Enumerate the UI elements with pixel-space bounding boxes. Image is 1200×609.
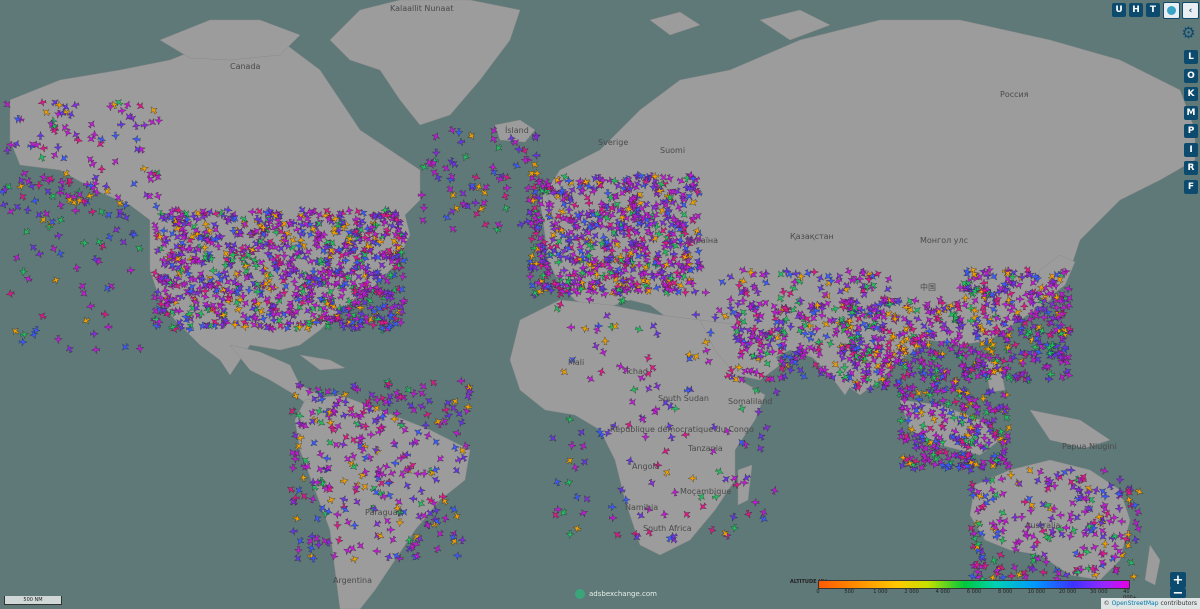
collapse-panel-button[interactable]: ‹: [1182, 2, 1199, 19]
adsbexchange-logo-icon: [575, 589, 585, 599]
label-greenland: Kalaallit Nunaat: [390, 4, 454, 13]
legend-tick: 10 000: [1027, 589, 1046, 595]
label-russia: Россия: [1000, 90, 1029, 99]
label-sweden: Sverige: [598, 138, 629, 147]
toolbar-button-m[interactable]: M: [1184, 105, 1198, 120]
label-finland: Suomi: [660, 146, 686, 155]
layers-icon: [1167, 6, 1176, 15]
map-attribution: © OpenStreetMap contributors: [1100, 598, 1200, 609]
openstreetmap-link[interactable]: OpenStreetMap: [1112, 600, 1159, 607]
label-mozambique: Moçambique: [680, 487, 732, 496]
legend-tick: 4 000: [935, 589, 950, 595]
label-argentina: Argentina: [333, 576, 373, 585]
label-south-sudan: South Sudan: [658, 394, 709, 403]
label-paraguay: Paraguay: [365, 508, 403, 517]
attribution-suffix: contributors: [1160, 600, 1198, 607]
toolbar-button-o[interactable]: O: [1184, 68, 1198, 83]
label-tanzania: Tanzania: [688, 444, 723, 453]
label-australia: Australia: [1025, 521, 1061, 530]
label-kazakhstan: Қазақстан: [790, 232, 834, 241]
toolbar-button-i[interactable]: I: [1184, 142, 1198, 157]
gear-icon: ⚙: [1181, 23, 1196, 42]
label-south-africa: South Africa: [643, 524, 692, 533]
toolbar-button-r[interactable]: R: [1184, 161, 1198, 175]
settings-button[interactable]: ⚙: [1180, 23, 1197, 42]
toolbar-button-p[interactable]: P: [1184, 124, 1198, 138]
chevron-left-icon: ‹: [1188, 5, 1193, 16]
altitude-color-scale: [818, 580, 1130, 589]
brand-text: adsbexchange.com: [589, 590, 657, 598]
toolbar-button-h[interactable]: H: [1129, 3, 1143, 17]
label-mongolia: Монгол улс: [920, 236, 969, 245]
label-china: 中国: [920, 283, 936, 292]
legend-tick: 8 000: [998, 589, 1013, 595]
label-ukraine: Україна: [686, 236, 719, 245]
label-chad: Tchad: [625, 367, 648, 376]
altitude-legend: ALTITUDE (ft) 0 500 1 000 2 000 4 000 6 000 8 …: [790, 579, 1155, 601]
layers-button[interactable]: [1163, 2, 1180, 19]
label-drc: République démocratique du Congo: [610, 425, 754, 434]
legend-tick: 1 000: [873, 589, 888, 595]
toolbar-button-t[interactable]: T: [1146, 3, 1160, 17]
legend-ticks: 0 500 1 000 2 000 4 000 6 000 8 000 10 000 20 00…: [816, 589, 1136, 601]
toolbar-button-k[interactable]: K: [1184, 87, 1198, 101]
legend-tick: 2 000: [904, 589, 919, 595]
attribution-prefix: ©: [1103, 600, 1110, 607]
brand-watermark[interactable]: adsbexchange.com: [575, 589, 657, 599]
label-mali: Mali: [568, 358, 585, 367]
toolbar-button-l[interactable]: L: [1184, 50, 1198, 64]
legend-tick: 6 000: [966, 589, 982, 595]
label-canada: Canada: [230, 62, 261, 71]
legend-tick: 20 000: [1058, 589, 1077, 595]
legend-tick: 0: [816, 589, 820, 595]
label-iceland: Ísland: [505, 126, 529, 135]
label-somaliland: Somaliland: [728, 397, 773, 406]
scale-bar: 500 NM: [4, 596, 62, 605]
label-angola: Angola: [632, 462, 660, 471]
zoom-out-button[interactable]: −: [1170, 586, 1186, 601]
legend-tick: 30 000: [1090, 589, 1108, 595]
legend-tick: 500: [844, 589, 854, 595]
flight-map[interactable]: Kalaallit Nunaat Canada Россия Ísland Sverig…: [0, 0, 1200, 609]
toolbar-button-u[interactable]: U: [1112, 3, 1126, 17]
label-namibia: Namibia: [625, 503, 659, 512]
label-png: Papua Niugini: [1062, 442, 1117, 451]
toolbar-button-f[interactable]: F: [1184, 179, 1198, 194]
